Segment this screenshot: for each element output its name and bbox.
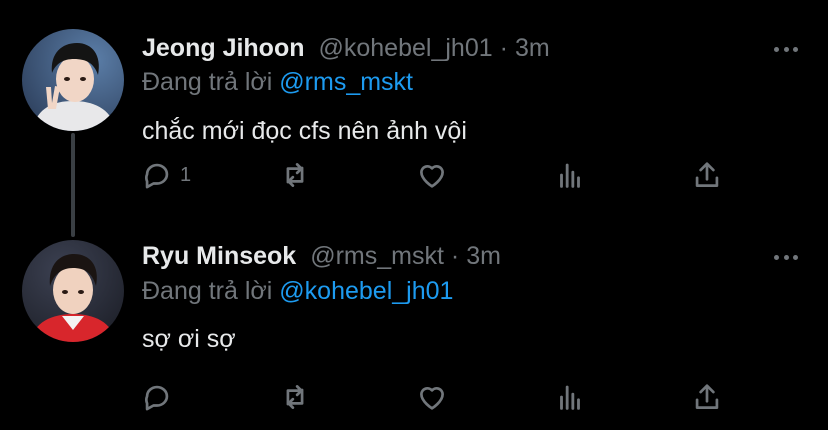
stats-button[interactable]: [553, 157, 587, 193]
like-icon: [420, 386, 444, 410]
share-icon: [695, 162, 719, 187]
stats-button[interactable]: [553, 379, 587, 415]
reply-icon: [145, 163, 169, 189]
tweet-actions: 1: [140, 157, 740, 193]
share-button[interactable]: [690, 379, 724, 415]
timestamp[interactable]: 3m: [466, 242, 501, 271]
more-icon[interactable]: [774, 252, 798, 262]
tweet-actions: [140, 379, 740, 415]
separator: ·: [450, 241, 460, 270]
replying-to: Đang trả lời @rms_mskt: [142, 68, 413, 97]
timestamp[interactable]: 3m: [515, 34, 550, 63]
tweet-header: Jeong Jihoon @kohebel_jh01 · 3m: [142, 31, 550, 65]
display-name[interactable]: Jeong Jihoon: [142, 34, 305, 63]
replying-to: Đang trả lời @kohebel_jh01: [142, 277, 453, 306]
mention-link[interactable]: @kohebel_jh01: [279, 277, 453, 305]
reply-count: 1: [180, 163, 192, 186]
reply-button[interactable]: [140, 379, 180, 415]
tweet-header: Ryu Minseok @rms_mskt · 3m: [142, 239, 501, 273]
reply-icon: [145, 385, 169, 411]
share-icon: [695, 384, 719, 409]
avatar[interactable]: [22, 240, 124, 342]
like-icon: [420, 164, 444, 188]
like-button[interactable]: [415, 157, 449, 193]
display-name[interactable]: Ryu Minseok: [142, 242, 296, 271]
replying-prefix: Đang trả lời: [142, 68, 273, 96]
stats-icon: [560, 163, 580, 188]
username[interactable]: @rms_mskt: [310, 242, 444, 271]
stats-icon: [560, 385, 580, 410]
reply-button[interactable]: 1: [140, 157, 191, 193]
retweet-button[interactable]: [278, 157, 312, 193]
retweet-button[interactable]: [278, 379, 312, 415]
share-button[interactable]: [690, 157, 724, 193]
retweet-icon: [286, 163, 304, 187]
separator: ·: [499, 33, 508, 62]
retweet-icon: [286, 385, 304, 409]
avatar[interactable]: [22, 29, 124, 131]
tweet-text: chắc mới đọc cfs nên ảnh vội: [142, 117, 467, 145]
tweet[interactable]: Ryu Minseok @rms_mskt · 3m Đang trả lời …: [0, 215, 828, 430]
tweet[interactable]: Jeong Jihoon @kohebel_jh01 · 3m Đang trả…: [0, 0, 828, 237]
like-button[interactable]: [415, 379, 449, 415]
more-icon[interactable]: [774, 44, 798, 54]
username[interactable]: @kohebel_jh01: [319, 34, 493, 63]
tweet-text: sợ ơi sợ: [142, 325, 236, 353]
mention-link[interactable]: @rms_mskt: [279, 68, 413, 96]
replying-prefix: Đang trả lời: [142, 277, 273, 305]
